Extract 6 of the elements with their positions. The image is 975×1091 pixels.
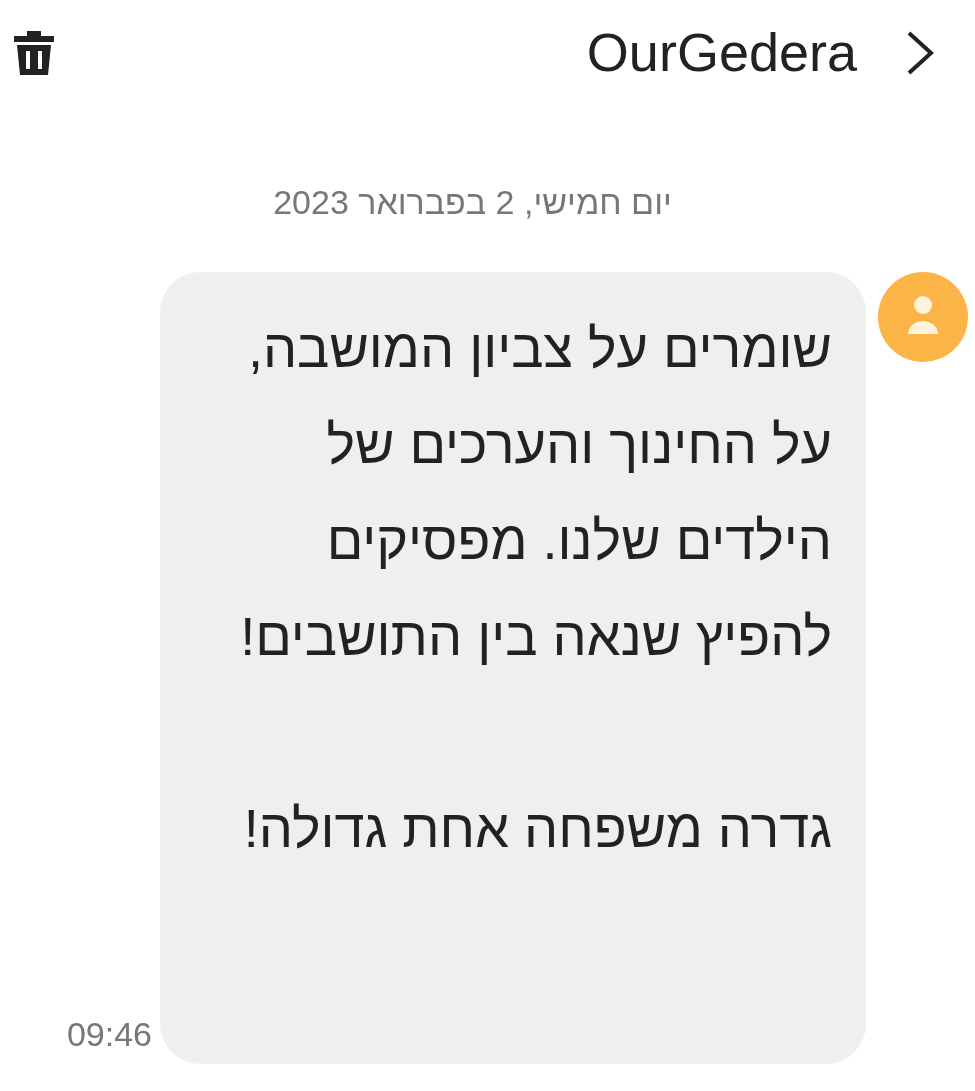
message-text: שומרים על צביון המושבה, על החינוך והערכים של הילדים שלנו. מפסיקים להפיץ שנאה בין התושבים! xyxy=(239,317,832,668)
message-text: גדרה משפחה אחת גדולה! xyxy=(242,797,832,860)
message-time: 09:46 xyxy=(66,1014,152,1055)
trash-icon[interactable] xyxy=(12,28,56,77)
date-label: יום חמישי, 2 בפברואר 2023 xyxy=(273,182,672,223)
conversation-title: OurGedera xyxy=(586,21,857,84)
